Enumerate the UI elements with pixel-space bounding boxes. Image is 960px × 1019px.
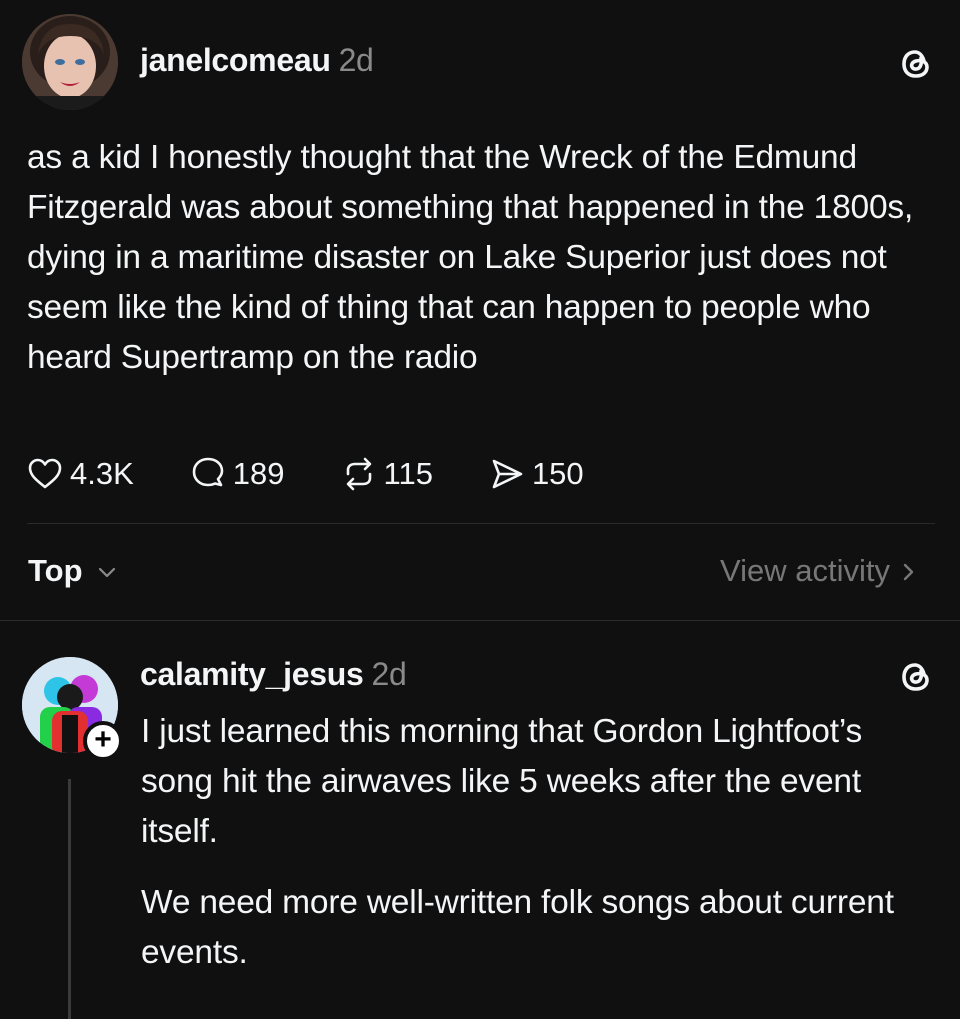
avatar[interactable] bbox=[22, 14, 118, 110]
post-actions: 4.3K 189 115 150 bbox=[26, 452, 639, 496]
share-button[interactable]: 150 bbox=[488, 455, 584, 493]
post-text: as a kid I honestly thought that the Wre… bbox=[27, 139, 914, 376]
threads-logo-icon[interactable] bbox=[898, 44, 934, 84]
heart-icon bbox=[28, 458, 62, 489]
reply-time: 2d bbox=[371, 656, 407, 692]
replies-sort-row: Top View activity bbox=[28, 553, 928, 593]
sort-label[interactable]: Top bbox=[28, 553, 83, 589]
like-count: 4.3K bbox=[70, 456, 134, 491]
author-name[interactable]: janelcomeau bbox=[140, 42, 331, 78]
avatar-image bbox=[22, 14, 118, 110]
original-post: janelcomeau 2d as a kid I honestly though… bbox=[0, 0, 960, 620]
chevron-right-icon[interactable] bbox=[898, 560, 920, 584]
follow-button[interactable]: + bbox=[83, 721, 123, 761]
reply-text: I just learned this morning that Gordon … bbox=[141, 713, 863, 850]
thread-line bbox=[68, 779, 71, 1019]
share-count: 150 bbox=[531, 456, 584, 491]
reply-author[interactable]: calamity_jesus 2d bbox=[140, 656, 407, 693]
repost-button[interactable]: 115 bbox=[340, 455, 433, 493]
reply-button[interactable]: 189 bbox=[189, 455, 285, 493]
send-icon bbox=[492, 459, 523, 489]
threads-logo-icon[interactable] bbox=[898, 657, 934, 697]
divider bbox=[27, 523, 935, 524]
post-time: 2d bbox=[338, 42, 374, 78]
view-activity-link[interactable]: View activity bbox=[720, 553, 890, 589]
reply-post: + calamity_jesus 2d I just learned this m… bbox=[0, 621, 960, 1019]
post-author[interactable]: janelcomeau 2d bbox=[140, 42, 374, 79]
comment-icon bbox=[192, 457, 224, 487]
reply-author-name[interactable]: calamity_jesus bbox=[140, 656, 364, 692]
like-button[interactable]: 4.3K bbox=[26, 455, 134, 493]
reply-count: 189 bbox=[232, 456, 285, 491]
repost-count: 115 bbox=[383, 456, 433, 491]
chevron-down-icon[interactable] bbox=[94, 559, 120, 585]
repost-icon bbox=[346, 457, 371, 491]
reply-text-2: We need more well-written folk songs abo… bbox=[141, 884, 894, 971]
